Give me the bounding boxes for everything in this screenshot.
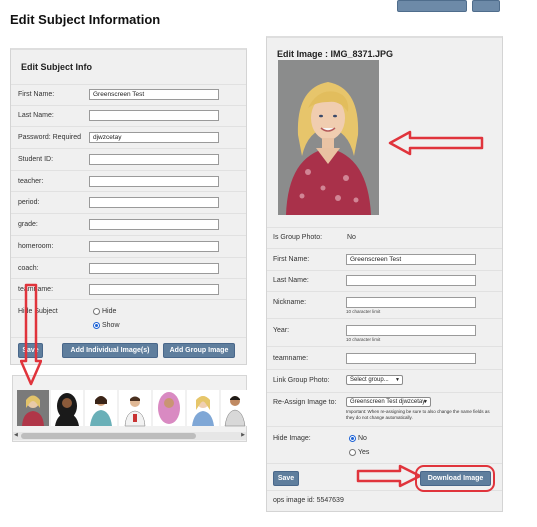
reassign-note: Important: When re-assigning be sure to … bbox=[346, 409, 490, 420]
image-teamname-input[interactable] bbox=[346, 353, 476, 364]
coach-label: coach: bbox=[18, 265, 39, 272]
top-toolbar-button-1[interactable] bbox=[397, 0, 467, 12]
hide-radio[interactable] bbox=[93, 308, 100, 315]
add-individual-image-button[interactable]: Add Individual Image(s) bbox=[62, 343, 158, 358]
is-group-photo-value: No bbox=[347, 234, 356, 241]
hide-image-no-radio[interactable] bbox=[349, 435, 356, 442]
is-group-photo-label: Is Group Photo: bbox=[273, 234, 323, 241]
grade-label: grade: bbox=[18, 221, 38, 228]
first-name-input[interactable]: Greenscreen Test bbox=[89, 89, 219, 100]
period-label: period: bbox=[18, 199, 40, 206]
last-name-label: Last Name: bbox=[18, 112, 54, 119]
hide-image-label: Hide Image: bbox=[273, 435, 311, 442]
year-label: Year: bbox=[273, 327, 290, 334]
grade-input[interactable] bbox=[89, 219, 219, 230]
homeroom-label: homeroom: bbox=[18, 243, 54, 250]
subject-photo bbox=[278, 60, 379, 215]
coach-input[interactable] bbox=[89, 263, 219, 274]
hide-image-no-label: No bbox=[358, 435, 367, 442]
scroll-right-icon[interactable]: ▶ bbox=[241, 432, 245, 438]
image-teamname-label: teamname: bbox=[273, 355, 309, 362]
page-title: Edit Subject Information bbox=[10, 12, 161, 27]
thumbnail-scrollbar[interactable]: ◀ ▶ bbox=[13, 432, 246, 440]
link-group-select-value: Select group... bbox=[350, 377, 389, 383]
add-group-image-button[interactable]: Add Group Image bbox=[163, 343, 235, 358]
hide-image-yes-radio[interactable] bbox=[349, 449, 356, 456]
period-input[interactable] bbox=[89, 197, 219, 208]
image-last-name-input[interactable] bbox=[346, 275, 476, 286]
image-first-name-input[interactable]: Greenscreen Test bbox=[346, 254, 476, 265]
ops-image-id: ops image id: 5547639 bbox=[273, 497, 344, 504]
homeroom-input[interactable] bbox=[89, 241, 219, 252]
highlight-arrow-photo-icon bbox=[388, 130, 484, 156]
teacher-label: teacher: bbox=[18, 178, 44, 185]
teamname-input[interactable] bbox=[89, 284, 219, 295]
year-input[interactable] bbox=[346, 325, 476, 336]
subject-panel-title: Edit Subject Info bbox=[21, 62, 92, 72]
link-group-photo-label: Link Group Photo: bbox=[273, 377, 330, 384]
nickname-label: Nickname: bbox=[273, 299, 307, 306]
nickname-input[interactable] bbox=[346, 297, 476, 308]
nickname-hint: 10 character limit bbox=[346, 309, 381, 314]
scroll-left-icon[interactable]: ◀ bbox=[14, 432, 18, 438]
image-first-name-label: First Name: bbox=[273, 256, 310, 263]
reassign-select[interactable]: Greenscreen Test djwzcetay ▼ bbox=[346, 397, 431, 407]
top-toolbar-button-2[interactable] bbox=[472, 0, 500, 12]
reassign-image-label: Re-Assign Image to: bbox=[273, 399, 337, 406]
highlight-arrow-download-icon bbox=[356, 464, 422, 488]
show-radio-label: Show bbox=[102, 322, 120, 329]
year-hint: 10 character limit bbox=[346, 337, 381, 342]
last-name-input[interactable] bbox=[89, 110, 219, 121]
first-name-label: First Name: bbox=[18, 91, 55, 98]
scrollbar-thumb[interactable] bbox=[21, 433, 196, 439]
thumbnail-strip: ◀ ▶ bbox=[12, 375, 248, 442]
student-id-input[interactable] bbox=[89, 154, 219, 165]
download-highlight-circle bbox=[415, 465, 495, 492]
reassign-select-value: Greenscreen Test djwzcetay bbox=[350, 399, 426, 405]
chevron-down-icon: ▼ bbox=[395, 377, 400, 383]
chevron-down-icon: ▼ bbox=[423, 399, 428, 405]
hide-image-yes-label: Yes bbox=[358, 449, 370, 456]
show-radio[interactable] bbox=[93, 322, 100, 329]
teacher-input[interactable] bbox=[89, 176, 219, 187]
student-id-label: Student ID: bbox=[18, 156, 54, 163]
image-save-button[interactable]: Save bbox=[273, 471, 299, 486]
link-group-select[interactable]: Select group... ▼ bbox=[346, 375, 403, 385]
image-last-name-label: Last Name: bbox=[273, 277, 309, 284]
password-label: Password: Required bbox=[18, 134, 82, 141]
password-input[interactable]: djwzcetay bbox=[89, 132, 219, 143]
image-panel-title: Edit Image : IMG_8371.JPG bbox=[277, 49, 394, 59]
hide-radio-label: Hide bbox=[102, 308, 117, 315]
highlight-arrow-thumbnail-icon bbox=[20, 283, 42, 386]
